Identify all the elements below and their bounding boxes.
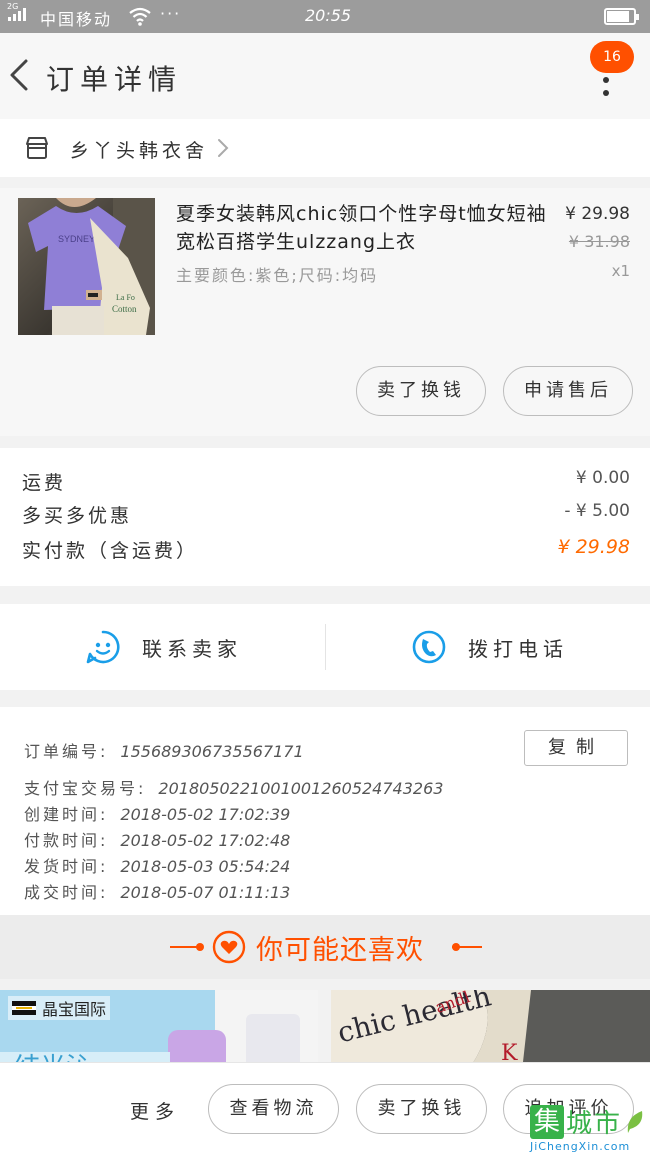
alipay-trade-value: 2018050221001001260524743263 — [158, 779, 444, 798]
heart-icon — [212, 930, 246, 964]
shipping-fee-label: 运费 — [22, 472, 67, 494]
alipay-trade-label: 支付宝交易号: — [24, 779, 147, 798]
chevron-right-icon — [218, 139, 229, 157]
shop-row[interactable]: 乡丫头韩衣舍 — [0, 119, 650, 177]
shipping-fee-value: ¥ 0.00 — [575, 468, 630, 488]
recommend-banner: 你可能还喜欢 — [0, 915, 650, 979]
after-sales-button[interactable]: 申请售后 — [503, 366, 633, 416]
discount-value: - ¥ 5.00 — [564, 501, 630, 521]
call-phone-button[interactable]: 拨打电话 — [410, 624, 568, 670]
product-card[interactable]: SYDNEY La Fo Cotton 夏季女装韩风chic领口个性字母t恤女短… — [0, 188, 650, 436]
created-time-line: 创建时间: 2018-05-02 17:02:39 — [24, 801, 290, 825]
product-title[interactable]: 夏季女装韩风chic领口个性字母t恤女短袖宽松百搭学生ulzzang上衣 — [176, 200, 556, 256]
bottom-action-bar: 更多 查看物流 卖了换钱 追加评价 集 城市 JiChengXin.com — [0, 1062, 650, 1155]
order-number-value: 155689306735567171 — [120, 742, 304, 761]
wifi-icon — [129, 7, 151, 26]
total-paid-value: ¥ 29.98 — [557, 536, 630, 558]
total-paid-label: 实付款（含运费） — [22, 540, 199, 562]
shipped-time-line: 发货时间: 2018-05-03 05:54:24 — [24, 853, 290, 877]
carrier-name: 中国移动 — [40, 10, 113, 29]
contact-seller-button[interactable]: 联系卖家 — [84, 624, 242, 670]
alipay-trade-line: 支付宝交易号: 2018050221001001260524743263 — [24, 775, 443, 799]
paid-time-label: 付款时间: — [24, 831, 109, 850]
nav-header: 订单详情 16 — [0, 33, 650, 119]
quantity: x1 — [611, 262, 630, 280]
svg-text:SYDNEY: SYDNEY — [58, 234, 95, 244]
recommend-title: 你可能还喜欢 — [256, 935, 424, 966]
shipped-time-value: 2018-05-03 05:54:24 — [120, 857, 291, 876]
shipped-time-label: 发货时间: — [24, 857, 109, 876]
divider — [325, 624, 326, 670]
order-number-line: 订单编号: 155689306735567171 — [24, 738, 304, 762]
page-title: 订单详情 — [46, 63, 183, 96]
resell-button[interactable]: 卖了换钱 — [356, 366, 486, 416]
leaf-icon — [627, 1110, 643, 1133]
shop-name: 乡丫头韩衣舍 — [70, 140, 209, 162]
status-bar: 2G 中国移动 ··· 20:55 — [0, 0, 650, 33]
created-time-label: 创建时间: — [24, 805, 109, 824]
message-count-badge: 16 — [590, 41, 634, 73]
cost-summary: 运费 ¥ 0.00 多买多优惠 - ¥ 5.00 实付款（含运费） ¥ 29.9… — [0, 448, 650, 586]
paid-time-line: 付款时间: 2018-05-02 17:02:48 — [24, 827, 290, 851]
watermark-title: 城市 — [566, 1109, 623, 1139]
chat-face-icon — [86, 630, 120, 664]
completed-time-value: 2018-05-07 01:11:13 — [120, 883, 291, 902]
watermark-logo: 集 — [530, 1104, 564, 1139]
price-current: ¥ 29.98 — [565, 204, 630, 224]
phone-icon — [412, 630, 446, 664]
brand-tag: 晶宝国际 — [8, 996, 111, 1020]
discount-label: 多买多优惠 — [22, 505, 133, 527]
status-more-icon: ··· — [160, 4, 182, 23]
battery-icon — [604, 8, 639, 25]
copy-button[interactable]: 复制 — [524, 730, 628, 766]
svg-text:La Fo: La Fo — [116, 293, 135, 302]
decor-dot — [196, 943, 204, 951]
network-type: 2G — [7, 2, 19, 11]
completed-time-label: 成交时间: — [24, 883, 109, 902]
view-logistics-button[interactable]: 查看物流 — [208, 1084, 339, 1134]
product-image-text: Cotton — [112, 304, 137, 314]
product-image[interactable]: SYDNEY La Fo Cotton — [18, 198, 155, 335]
brand-name: 晶宝国际 — [42, 1000, 107, 1019]
more-vertical-icon — [603, 77, 611, 103]
site-watermark: 集 城市 JiChengXin.com — [530, 1103, 646, 1153]
contact-seller-label: 联系卖家 — [142, 636, 242, 661]
total-paid-row: 实付款（含运费） ¥ 29.98 — [22, 536, 630, 570]
shop-icon — [26, 137, 48, 159]
decor-line — [452, 946, 482, 948]
shipping-fee-row: 运费 ¥ 0.00 — [22, 468, 630, 502]
call-phone-label: 拨打电话 — [468, 636, 568, 661]
more-actions-button[interactable]: 更多 — [130, 1097, 180, 1124]
order-number-label: 订单编号: — [24, 742, 109, 761]
paid-time-value: 2018-05-02 17:02:48 — [120, 831, 291, 850]
product-spec: 主要颜色:紫色;尺码:均码 — [176, 266, 379, 285]
resell-button[interactable]: 卖了换钱 — [356, 1084, 487, 1134]
brand-flag-icon — [12, 1001, 36, 1015]
back-icon[interactable] — [6, 55, 36, 95]
discount-row: 多买多优惠 - ¥ 5.00 — [22, 501, 630, 535]
price-original: ¥ 31.98 — [568, 232, 630, 251]
watermark-url: JiChengXin.com — [530, 1140, 631, 1153]
contact-bar: 联系卖家 拨打电话 — [0, 604, 650, 690]
completed-time-line: 成交时间: 2018-05-07 01:11:13 — [24, 879, 290, 903]
created-time-value: 2018-05-02 17:02:39 — [120, 805, 291, 824]
clock: 20:55 — [305, 6, 352, 25]
order-info: 订单编号: 155689306735567171 复制 支付宝交易号: 201805… — [0, 707, 650, 915]
